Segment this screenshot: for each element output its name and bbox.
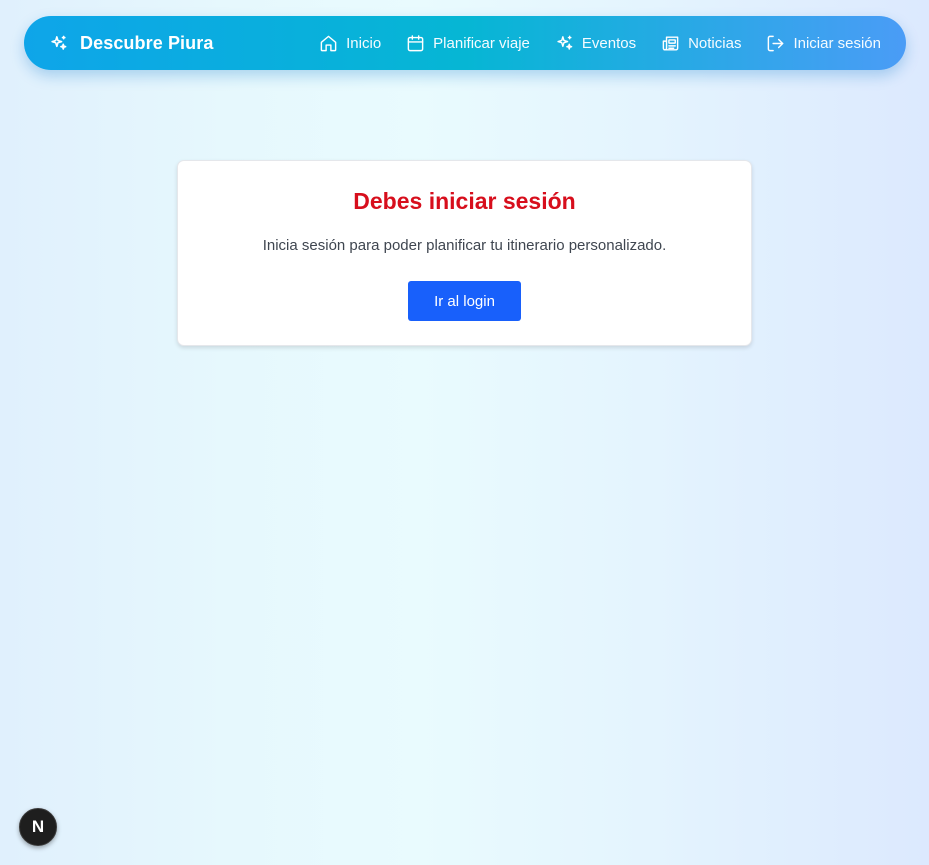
nav-links: Inicio Planificar viaje Eventos Noticias…	[319, 34, 881, 53]
nav-link-label: Inicio	[346, 34, 382, 52]
nav-link-iniciar-sesion[interactable]: Iniciar sesión	[766, 34, 881, 53]
calendar-icon	[406, 34, 425, 53]
nav-link-eventos[interactable]: Eventos	[555, 34, 636, 53]
newspaper-icon	[661, 34, 680, 53]
go-to-login-button[interactable]: Ir al login	[408, 281, 521, 321]
sparkles-icon	[49, 34, 68, 53]
nav-link-label: Noticias	[688, 34, 742, 52]
card-message: Inicia sesión para poder planificar tu i…	[262, 237, 667, 254]
card-title: Debes iniciar sesión	[353, 188, 576, 214]
log-in-icon	[766, 34, 785, 53]
nav-link-planificar-viaje[interactable]: Planificar viaje	[406, 34, 530, 53]
brand-logo[interactable]: Descubre Piura	[49, 33, 213, 54]
home-icon	[319, 34, 338, 53]
nextjs-dev-indicator[interactable]: N	[19, 808, 57, 846]
sparkles-icon	[555, 34, 574, 53]
nav-link-noticias[interactable]: Noticias	[661, 34, 741, 53]
nav-link-inicio[interactable]: Inicio	[319, 34, 381, 53]
login-required-card: Debes iniciar sesión Inicia sesión para …	[177, 160, 752, 346]
brand-title: Descubre Piura	[80, 32, 214, 53]
nav-link-label: Iniciar sesión	[793, 34, 881, 52]
nav-link-label: Planificar viaje	[433, 34, 530, 52]
dev-badge-label: N	[31, 817, 45, 836]
top-navbar: Descubre Piura Inicio Planificar viaje E…	[24, 16, 906, 70]
nav-link-label: Eventos	[581, 34, 637, 52]
